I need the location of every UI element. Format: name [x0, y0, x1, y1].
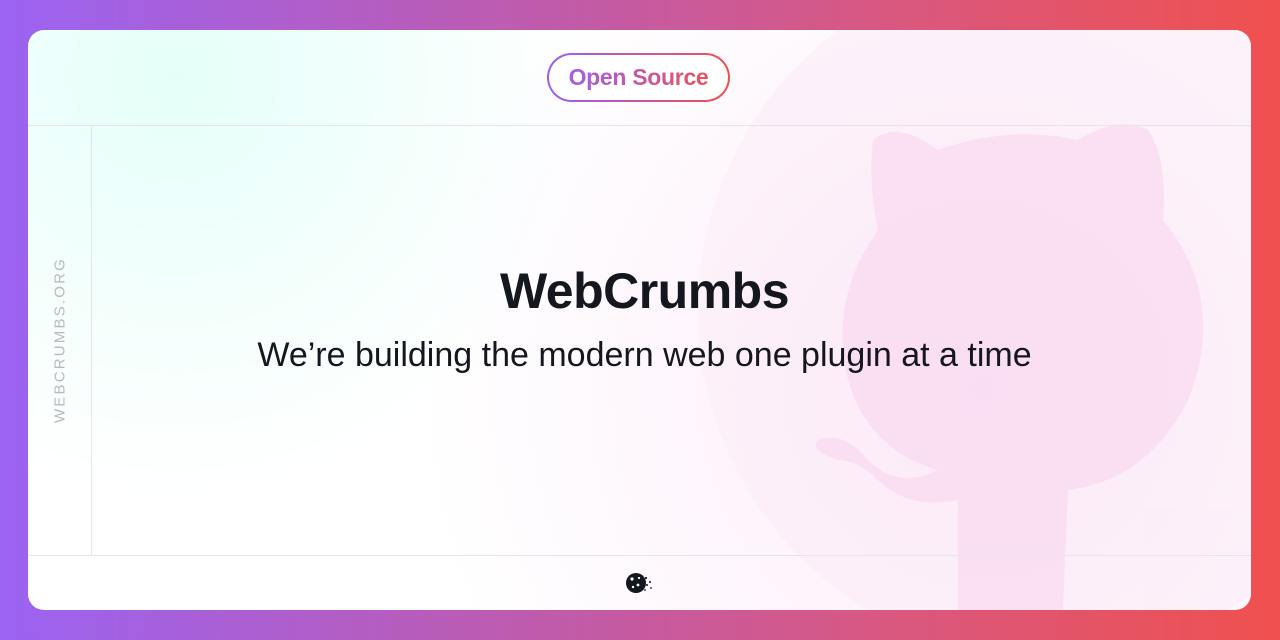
open-source-badge[interactable]: Open Source: [547, 53, 730, 102]
cookie-icon: [626, 573, 652, 593]
open-source-badge-label: Open Source: [568, 64, 709, 90]
page-title: WebCrumbs: [499, 263, 790, 319]
open-source-badge-inner: Open Source: [549, 55, 728, 100]
footer: [28, 555, 1251, 610]
social-card: Open Source WEBCRUMBS.ORG WebCrumbs We’r…: [28, 30, 1251, 610]
header: Open Source: [28, 30, 1251, 126]
page-tagline: We’re building the modern web one plugin…: [257, 336, 1032, 374]
